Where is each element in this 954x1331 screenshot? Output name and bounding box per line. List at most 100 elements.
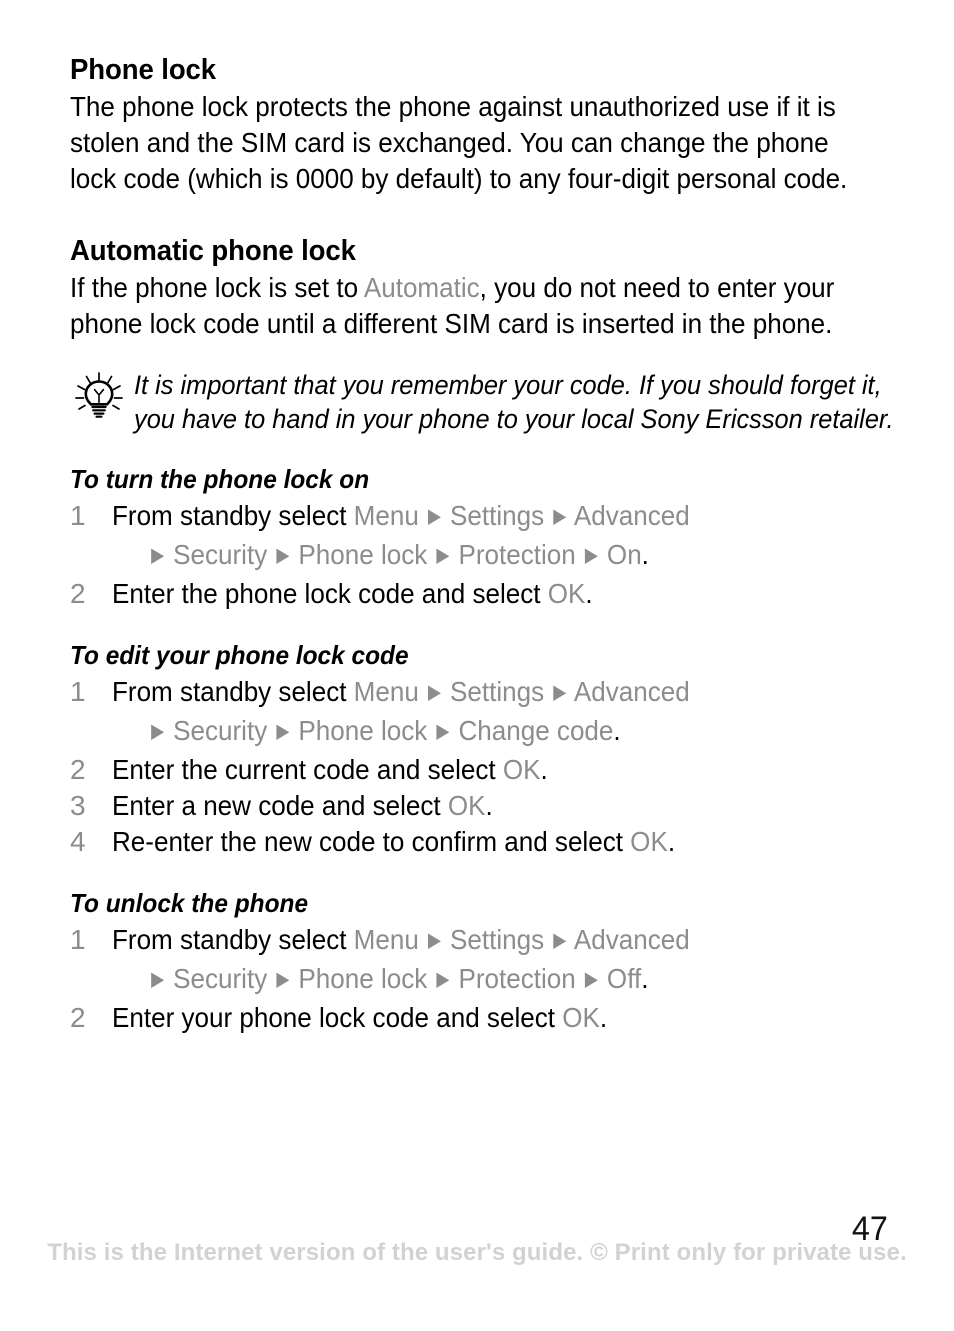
procedure-step: 2 Enter the current code and select OK. [70,752,882,788]
step-text: Enter the phone lock code and select OK. [112,578,593,609]
arrow-separator-icon: ▶ [553,681,567,704]
procedure-list: To turn the phone lock on 1 From standby s… [70,462,882,1036]
step-number: 4 [70,826,86,857]
step-terminator: . [485,790,493,821]
menu-path-item: Security [173,715,268,746]
menu-path-item: Settings [450,500,545,531]
paragraph-text-before: If the phone lock is set to [70,272,364,303]
menu-path-item: Protection [458,963,576,994]
step-number: 1 [70,676,86,707]
page-footer: 47 This is the Internet version of the u… [0,1210,954,1331]
menu-path-item: Advanced [573,500,690,531]
menu-path-item: Security [173,539,268,570]
menu-path-item: Phone lock [298,963,428,994]
procedure-steps: 1 From standby select Menu ▶ Settings ▶ A… [70,498,882,612]
menu-path-item: Menu [353,500,419,531]
menu-path-item: Menu [353,924,419,955]
procedure-step: 1 From standby select Menu ▶ Settings ▶ A… [70,922,882,1000]
menu-path-item: On [606,539,642,570]
step-number: 1 [70,500,86,531]
procedure-title: To turn the phone lock on [70,464,370,494]
menu-path-item: Advanced [573,676,690,707]
menu-path-item: Menu [353,676,419,707]
arrow-separator-icon: ▶ [584,544,598,567]
lightbulb-icon [74,371,124,421]
step-text: From standby select Menu ▶ Settings ▶ Ad… [112,674,903,713]
step-text-continuation: ▶ Security ▶ Phone lock ▶ Protection ▶ O… [112,961,940,1000]
footer-watermark: This is the Internet version of the user… [47,1239,907,1266]
paragraph-phone-lock: The phone lock protects the phone agains… [70,91,848,194]
procedure-title: To edit your phone lock code [70,640,409,670]
step-text: Enter a new code and select OK. [112,790,493,821]
arrow-separator-icon: ▶ [276,544,290,567]
arrow-separator-icon: ▶ [151,720,165,743]
arrow-separator-icon: ▶ [151,544,165,567]
menu-path-item: OK [447,790,486,821]
arrow-separator-icon: ▶ [276,720,290,743]
arrow-separator-icon: ▶ [553,505,567,528]
menu-path-item: Phone lock [298,715,428,746]
step-text-continuation: ▶ Security ▶ Phone lock ▶ Change code. [112,713,940,752]
menu-path-item: OK [630,826,668,857]
arrow-separator-icon: ▶ [276,968,290,991]
menu-path-item: OK [502,754,541,785]
paragraph-automatic-phone-lock: If the phone lock is set to Automatic, y… [70,270,882,342]
step-number: 1 [70,924,86,955]
step-text: Re-enter the new code to confirm and sel… [112,826,676,857]
menu-path-item: Advanced [573,924,690,955]
procedure-step: 1 From standby select Menu ▶ Settings ▶ A… [70,498,882,576]
procedure-steps: 1 From standby select Menu ▶ Settings ▶ A… [70,922,882,1036]
step-number: 2 [70,578,86,609]
step-text: From standby select Menu ▶ Settings ▶ Ad… [112,498,903,537]
menu-path-item: Security [173,963,268,994]
menu-path-item: OK [562,1002,600,1033]
arrow-separator-icon: ▶ [436,968,450,991]
step-number: 3 [70,790,86,821]
menu-value-automatic: Automatic [363,272,480,303]
step-terminator: . [667,826,676,857]
menu-path-item: Settings [450,924,545,955]
page-content: Phone lock The phone lock protects the p… [70,52,894,1036]
heading-automatic-phone-lock: Automatic phone lock [70,235,356,267]
procedure-step: 2 Enter your phone lock code and select O… [70,1000,882,1036]
menu-path-item: Settings [450,676,545,707]
menu-path-item: Phone lock [298,539,428,570]
procedure-step: 1 From standby select Menu ▶ Settings ▶ A… [70,674,882,752]
step-terminator: . [599,1002,608,1033]
procedure-steps: 1 From standby select Menu ▶ Settings ▶ A… [70,674,882,860]
menu-path-item: Off [606,963,642,994]
arrow-separator-icon: ▶ [427,929,441,952]
step-terminator: . [641,963,649,994]
arrow-separator-icon: ▶ [427,505,441,528]
tip-text: It is important that you remember your c… [134,370,894,434]
step-text: Enter the current code and select OK. [112,754,548,785]
arrow-separator-icon: ▶ [427,681,441,704]
step-terminator: . [540,754,548,785]
heading-phone-lock: Phone lock [70,54,217,86]
step-terminator: . [613,715,621,746]
menu-path-item: OK [547,578,586,609]
step-terminator: . [641,539,649,570]
menu-path-item: Change code [458,715,614,746]
procedure-step: 3 Enter a new code and select OK. [70,788,882,824]
step-text-continuation: ▶ Security ▶ Phone lock ▶ Protection ▶ O… [112,537,940,576]
procedure-step: 2 Enter the phone lock code and select OK… [70,576,882,612]
step-number: 2 [70,1002,86,1033]
step-text: From standby select Menu ▶ Settings ▶ Ad… [112,922,903,961]
step-terminator: . [585,578,593,609]
arrow-separator-icon: ▶ [436,720,450,743]
arrow-separator-icon: ▶ [436,544,450,567]
arrow-separator-icon: ▶ [584,968,598,991]
procedure-step: 4 Re-enter the new code to confirm and se… [70,824,882,860]
arrow-separator-icon: ▶ [553,929,567,952]
procedure-title: To unlock the phone [70,888,309,918]
document-page: Phone lock The phone lock protects the p… [0,0,954,1331]
tip-note: It is important that you remember your c… [70,368,894,436]
menu-path-item: Protection [458,539,576,570]
step-number: 2 [70,754,86,785]
